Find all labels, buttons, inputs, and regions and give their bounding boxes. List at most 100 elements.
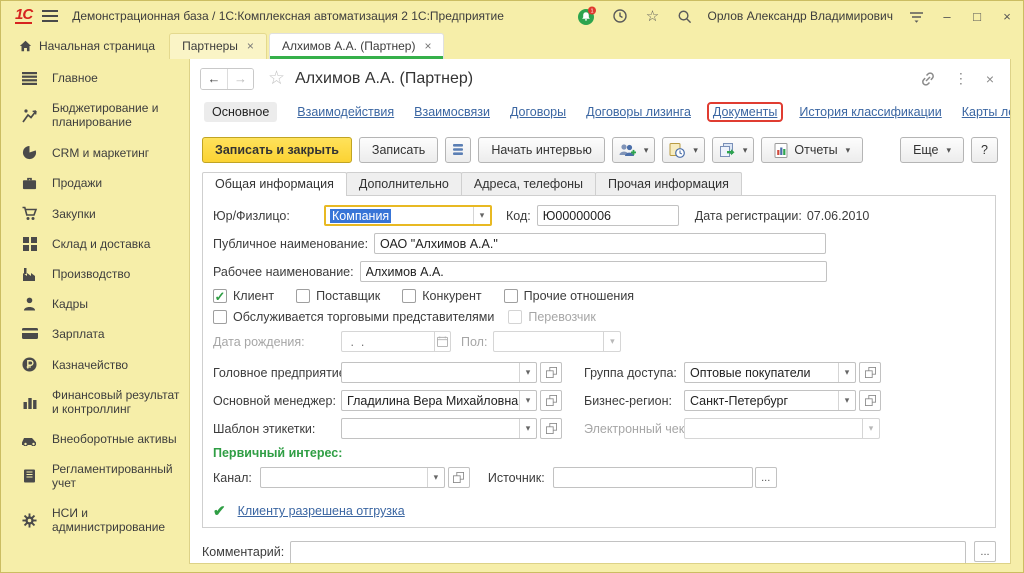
tasks-dropdown-button[interactable] [662,137,705,163]
tab-addresses-phones[interactable]: Адреса, телефоны [461,172,596,196]
client-checkbox[interactable] [213,289,227,303]
back-arrow-button[interactable]: ← [201,69,227,89]
sidebar-item-admin[interactable]: НСИ и администрирование [1,498,189,542]
sidebar-item-assets[interactable]: Внеоборотные активы [1,424,189,454]
source-ellipsis-button[interactable]: ... [755,467,777,488]
birth-date-field[interactable] [341,331,451,352]
nav-link-main[interactable]: Основное [204,102,277,122]
contact-persons-dropdown-button[interactable] [612,137,656,163]
carrier-checkbox[interactable] [508,310,522,324]
more-button[interactable]: Еще [900,137,964,163]
access-group-combobox[interactable]: Оптовые покупатели [684,362,856,383]
favorite-star-icon[interactable]: ☆ [268,67,285,90]
source-input[interactable] [554,468,752,487]
dropdown-arrow-icon[interactable] [473,207,490,224]
sidebar-item-sales[interactable]: Продажи [1,168,189,198]
nav-link-leasing-contracts[interactable]: Договоры лизинга [586,105,691,119]
sidebar-item-regulated[interactable]: Регламентированный учет [1,454,189,498]
public-name-field[interactable] [374,233,826,254]
close-window-button[interactable]: × [999,9,1015,24]
head-company-combobox[interactable] [341,362,537,383]
notifications-bell-icon[interactable]: 1 [577,6,597,26]
dropdown-arrow-icon[interactable] [519,419,536,438]
e-receipt-combobox[interactable] [684,418,880,439]
get-link-icon[interactable] [920,71,936,87]
dropdown-arrow-icon[interactable] [862,419,879,438]
nav-link-interactions[interactable]: Взаимодействия [297,105,394,119]
comment-textarea[interactable] [290,541,966,564]
supplier-checkbox[interactable] [296,289,310,303]
calendar-icon[interactable] [434,332,450,351]
open-value-button[interactable] [859,362,881,383]
forward-arrow-button[interactable]: → [227,69,253,89]
tab-additional[interactable]: Дополнительно [346,172,462,196]
save-and-close-button[interactable]: Записать и закрыть [202,137,352,163]
main-menu-icon[interactable] [42,10,58,22]
sidebar-item-crm[interactable]: CRM и маркетинг [1,137,189,168]
sidebar-item-production[interactable]: Производство [1,259,189,289]
sales-rep-checkbox[interactable] [213,310,227,324]
sidebar-item-finance[interactable]: Финансовый результат и контроллинг [1,380,189,424]
work-name-input[interactable] [361,262,826,281]
birth-date-input[interactable] [342,332,434,351]
tab-close-icon[interactable]: × [247,39,254,53]
nav-link-loyalty-cards[interactable]: Карты лояльности [962,105,1011,119]
open-value-button[interactable] [859,390,881,411]
nav-link-contracts[interactable]: Договоры [510,105,566,119]
competitor-checkbox[interactable] [402,289,416,303]
tab-close-icon[interactable]: × [424,39,431,53]
dropdown-arrow-icon[interactable] [519,391,536,410]
legal-type-combobox[interactable]: Компания [324,205,492,226]
save-button[interactable]: Записать [359,137,438,163]
current-user-name[interactable]: Орлов Александр Владимирович [707,9,893,23]
sidebar-item-purchases[interactable]: Закупки [1,198,189,229]
panel-settings-icon[interactable] [907,7,925,25]
shipping-allowed-link[interactable]: Клиенту разрешена отгрузка [238,504,405,518]
comment-ellipsis-button[interactable]: ... [974,541,996,562]
sidebar-item-salary[interactable]: Зарплата [1,319,189,349]
work-name-field[interactable] [360,261,827,282]
search-icon[interactable] [675,7,693,25]
open-value-button[interactable] [540,418,562,439]
sidebar-item-hr[interactable]: Кадры [1,289,189,319]
label-template-combobox[interactable] [341,418,537,439]
history-clock-icon[interactable] [611,7,629,25]
tab-home[interactable]: Начальная страница [7,34,167,59]
manager-combobox[interactable]: Гладилина Вера Михайловна [341,390,537,411]
more-dots-icon[interactable]: ⋮ [954,70,968,87]
dropdown-arrow-icon[interactable] [427,468,444,487]
tab-partner-card[interactable]: Алхимов А.А. (Партнер) × [269,33,445,59]
code-field[interactable] [537,205,679,226]
sidebar-item-treasury[interactable]: Казначейство [1,349,189,380]
open-value-button[interactable] [448,467,470,488]
source-field[interactable] [553,467,753,488]
channel-combobox[interactable] [260,467,445,488]
help-button[interactable]: ? [971,137,998,163]
region-combobox[interactable]: Санкт-Петербург [684,390,856,411]
favorites-star-icon[interactable]: ☆ [643,7,661,25]
start-interview-button[interactable]: Начать интервью [478,137,605,163]
tab-partners[interactable]: Партнеры × [169,33,267,59]
copy-dropdown-button[interactable] [712,137,755,163]
dropdown-arrow-icon[interactable] [838,391,855,410]
sidebar-item-main[interactable]: Главное [1,63,189,93]
dropdown-arrow-icon[interactable] [603,332,620,351]
nav-link-relations[interactable]: Взаимосвязи [414,105,490,119]
tab-general-info[interactable]: Общая информация [202,172,347,196]
maximize-button[interactable]: □ [969,9,985,24]
open-value-button[interactable] [540,390,562,411]
dropdown-arrow-icon[interactable] [838,363,855,382]
close-form-icon[interactable]: × [986,71,994,87]
open-value-button[interactable] [540,362,562,383]
tab-other-info[interactable]: Прочая информация [595,172,742,196]
reports-button[interactable]: Отчеты [761,137,863,163]
sidebar-item-budgeting[interactable]: Бюджетирование и планирование [1,93,189,137]
other-relations-checkbox[interactable] [504,289,518,303]
nav-link-documents[interactable]: Документы [713,105,777,119]
sidebar-item-warehouse[interactable]: Склад и доставка [1,229,189,259]
nav-link-classification-history[interactable]: История классификации [799,105,941,119]
minimize-button[interactable]: – [939,9,955,24]
code-input[interactable] [538,206,678,225]
dropdown-arrow-icon[interactable] [519,363,536,382]
public-name-input[interactable] [375,234,825,253]
